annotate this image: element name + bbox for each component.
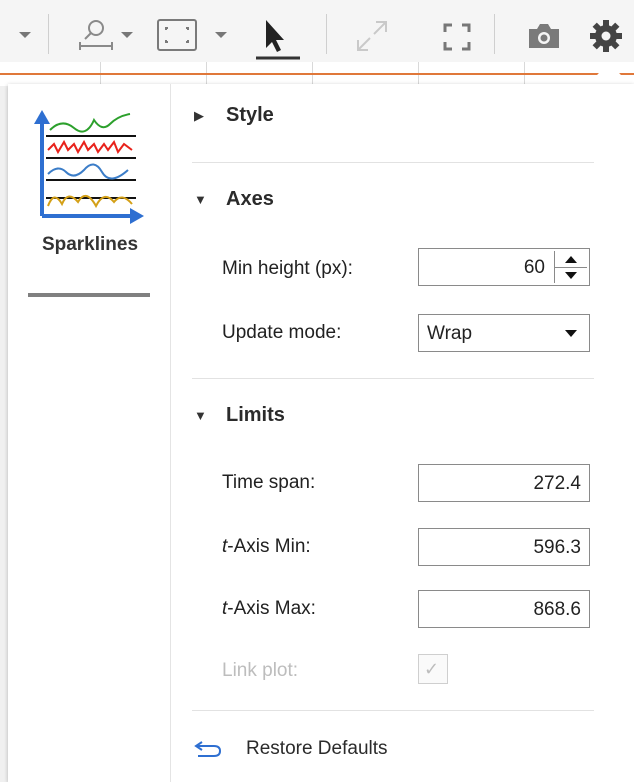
divider (192, 162, 594, 163)
link-plot-label: Link plot: (222, 660, 299, 681)
min-height-label: Min height (px): (222, 258, 353, 279)
update-mode-value: Wrap (427, 323, 473, 344)
min-height-spinner[interactable]: 60 (418, 248, 590, 286)
spinner-down-icon[interactable] (555, 267, 587, 283)
settings-nav: Sparklines (8, 84, 171, 782)
section-limits-title: Limits (226, 404, 285, 426)
popover-pointer (587, 62, 631, 86)
t-axis-min-value: 596.3 (533, 537, 581, 558)
undo-arrow-icon (194, 741, 222, 757)
sparklines-label: Sparklines (41, 234, 139, 255)
restore-defaults-button[interactable]: Restore Defaults (194, 738, 388, 760)
zoom-icon[interactable] (76, 16, 116, 54)
restore-defaults-label: Restore Defaults (246, 738, 388, 759)
t-axis-min-field[interactable]: 596.3 (418, 528, 590, 566)
toolbar-separator (326, 14, 327, 54)
sparklines-icon (34, 110, 144, 224)
t-axis-max-field[interactable]: 868.6 (418, 590, 590, 628)
gear-icon[interactable] (588, 18, 624, 54)
section-limits-header[interactable]: ▼ Limits (194, 404, 285, 427)
update-mode-label: Update mode: (222, 322, 342, 343)
chevron-down-icon: ▼ (194, 408, 207, 423)
chevron-down-icon: ▼ (194, 192, 207, 207)
plot-line (0, 73, 634, 75)
plot-area (0, 62, 634, 86)
nav-selected-indicator (28, 293, 150, 297)
pointer-icon[interactable] (254, 16, 302, 62)
toolbar-separator (48, 14, 49, 54)
update-mode-select[interactable]: Wrap (418, 314, 590, 352)
toolbar (0, 0, 634, 70)
min-height-value[interactable]: 60 (524, 257, 545, 279)
settings-content: ▶ Style ▼ Axes Min height (px): 60 Updat… (172, 84, 634, 782)
section-style-header[interactable]: ▶ Style (194, 104, 274, 127)
chevron-down-icon (565, 330, 577, 337)
divider (192, 710, 594, 711)
t-axis-min-label: t-Axis Min: (222, 536, 311, 557)
spinner-up-icon[interactable] (555, 251, 587, 268)
autoscale-icon[interactable] (156, 18, 198, 52)
link-plot-checkbox[interactable]: ✓ (418, 654, 448, 684)
t-axis-max-label: t-Axis Max: (222, 598, 316, 619)
time-span-label: Time span: (222, 472, 316, 493)
settings-panel: Sparklines ▶ Style ▼ Axes Min height (px… (8, 84, 634, 782)
fullscreen-icon[interactable] (442, 22, 472, 52)
spinner-buttons (554, 251, 587, 283)
time-span-value: 272.4 (533, 473, 581, 494)
chevron-down-icon[interactable] (18, 30, 32, 40)
t-axis-max-value: 868.6 (533, 599, 581, 620)
camera-icon[interactable] (526, 22, 562, 50)
checkmark-icon: ✓ (424, 659, 440, 679)
divider (192, 378, 594, 379)
chevron-right-icon: ▶ (194, 107, 204, 123)
nav-item-sparklines[interactable]: Sparklines (20, 106, 160, 297)
expand-icon[interactable] (354, 18, 390, 54)
time-span-field[interactable]: 272.4 (418, 464, 590, 502)
section-axes-header[interactable]: ▼ Axes (194, 188, 274, 211)
chevron-down-icon[interactable] (120, 30, 134, 40)
section-style-title: Style (226, 104, 274, 126)
section-axes-title: Axes (226, 188, 274, 210)
chevron-down-icon[interactable] (214, 30, 228, 40)
toolbar-separator (494, 14, 495, 54)
